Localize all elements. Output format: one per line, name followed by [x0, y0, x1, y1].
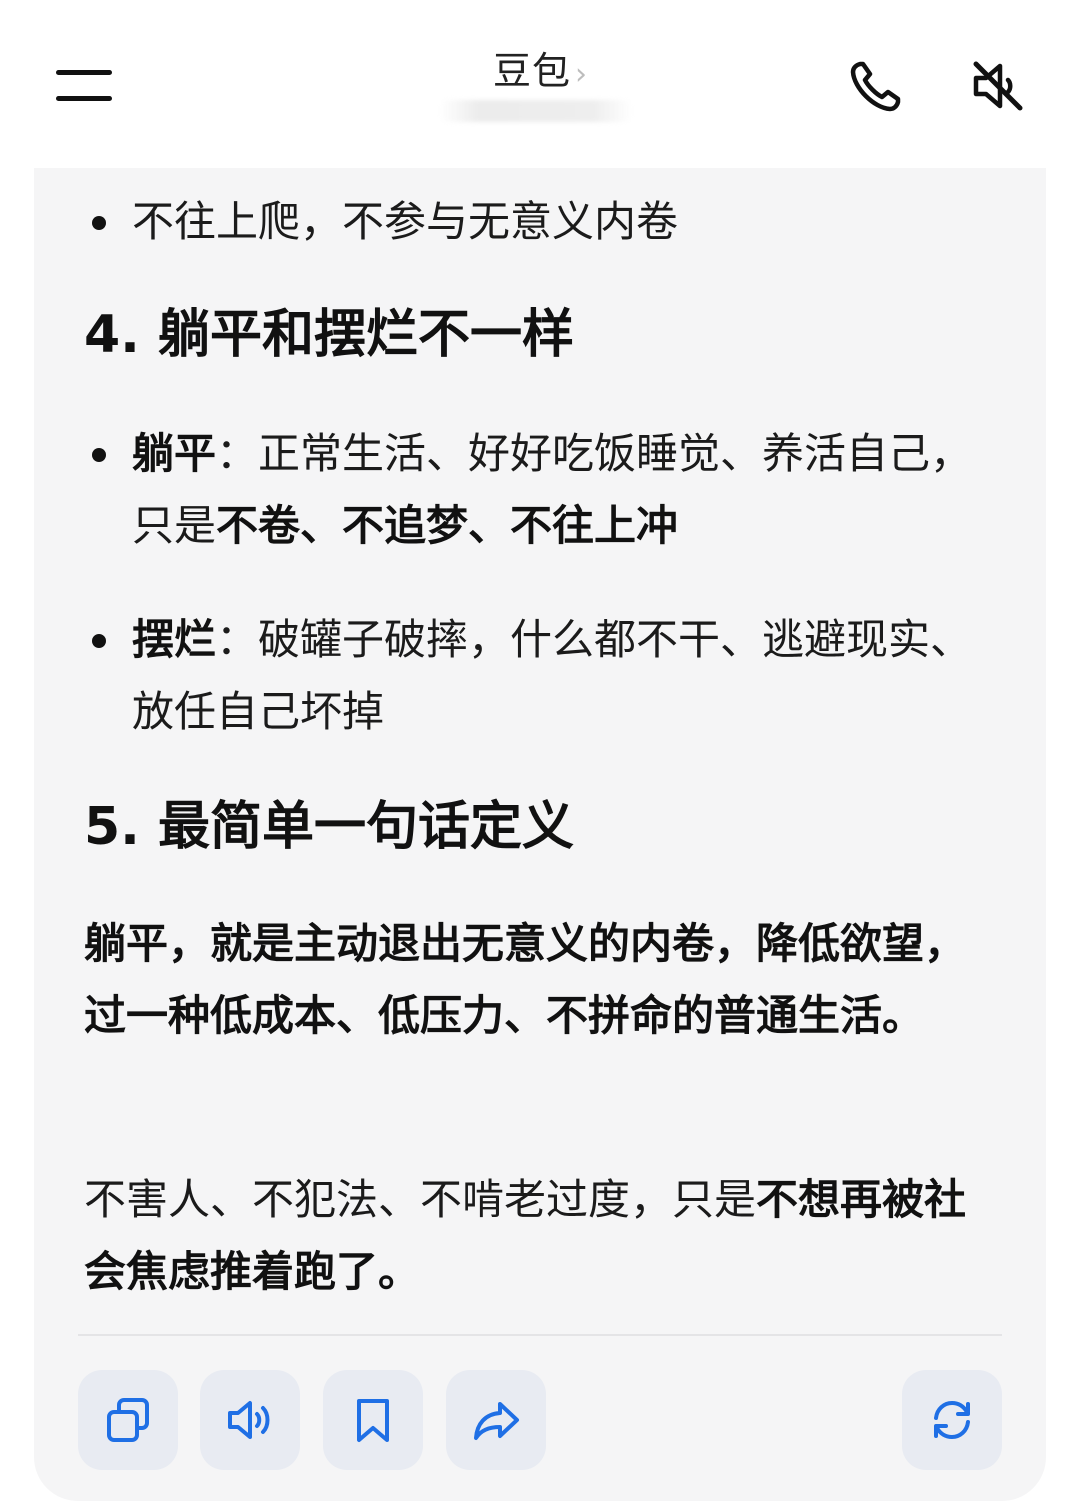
- copy-button[interactable]: [78, 1370, 178, 1470]
- read-aloud-button[interactable]: [200, 1370, 300, 1470]
- list-item: 躺平：正常生活、好好吃饭睡觉、养活自己，只是不卷、不追梦、不往上冲: [84, 418, 984, 562]
- share-icon: [474, 1402, 519, 1440]
- list-item-term: 摆烂: [132, 615, 217, 664]
- speaker-icon: [228, 1401, 270, 1439]
- list-item: 摆烂：破罐子破摔，什么都不干、逃避现实、放任自己坏掉: [84, 604, 984, 748]
- phone-icon[interactable]: [846, 56, 906, 116]
- definition-text: 躺平，就是主动退出无意义的内卷，降低欲望，过一种低成本、低压力、不拼命的普通生活…: [84, 919, 967, 1040]
- app-header: 豆包 ›: [0, 0, 1080, 168]
- assistant-message-card: 不往上爬，不参与无意义内卷 4. 躺平和摆烂不一样 躺平：正常生活、好好吃饭睡觉…: [34, 168, 1046, 1501]
- closing-text: 不害人、不犯法、不啃老过度，只是: [84, 1175, 757, 1224]
- regenerate-button[interactable]: [902, 1370, 1002, 1470]
- chevron-right-icon: ›: [575, 57, 587, 92]
- section-heading-5: 5. 最简单一句话定义: [84, 797, 575, 857]
- divider: [78, 1334, 1002, 1336]
- page-title: 豆包: [492, 49, 571, 93]
- closing-paragraph: 不害人、不犯法、不啃老过度，只是不想再被社会焦虑推着跑了。: [84, 1164, 984, 1308]
- list-item-separator: ：: [216, 615, 259, 664]
- list-item: 不往上爬，不参与无意义内卷: [84, 186, 984, 258]
- mute-icon[interactable]: [968, 56, 1028, 116]
- list-item-text: 破罐子破摔，什么都不干、逃避现实、放任自己坏掉: [132, 615, 973, 736]
- section-heading-4: 4. 躺平和摆烂不一样: [84, 305, 575, 365]
- list-item-emphasis: 不卷、不追梦、不往上冲: [216, 501, 679, 550]
- copy-icon: [107, 1398, 149, 1442]
- list-item-term: 躺平: [132, 429, 217, 478]
- chat-title[interactable]: 豆包 ›: [440, 40, 640, 95]
- bookmark-icon: [357, 1399, 389, 1442]
- share-button[interactable]: [446, 1370, 546, 1470]
- list-item-text: 不往上爬，不参与无意义内卷: [132, 197, 679, 246]
- refresh-icon: [934, 1400, 970, 1440]
- blurred-subtitle: [440, 100, 632, 122]
- list-item-separator: ：: [216, 429, 259, 478]
- bookmark-button[interactable]: [323, 1370, 423, 1470]
- menu-icon[interactable]: [56, 66, 112, 106]
- definition-paragraph: 躺平，就是主动退出无意义的内卷，降低欲望，过一种低成本、低压力、不拼命的普通生活…: [84, 908, 984, 1052]
